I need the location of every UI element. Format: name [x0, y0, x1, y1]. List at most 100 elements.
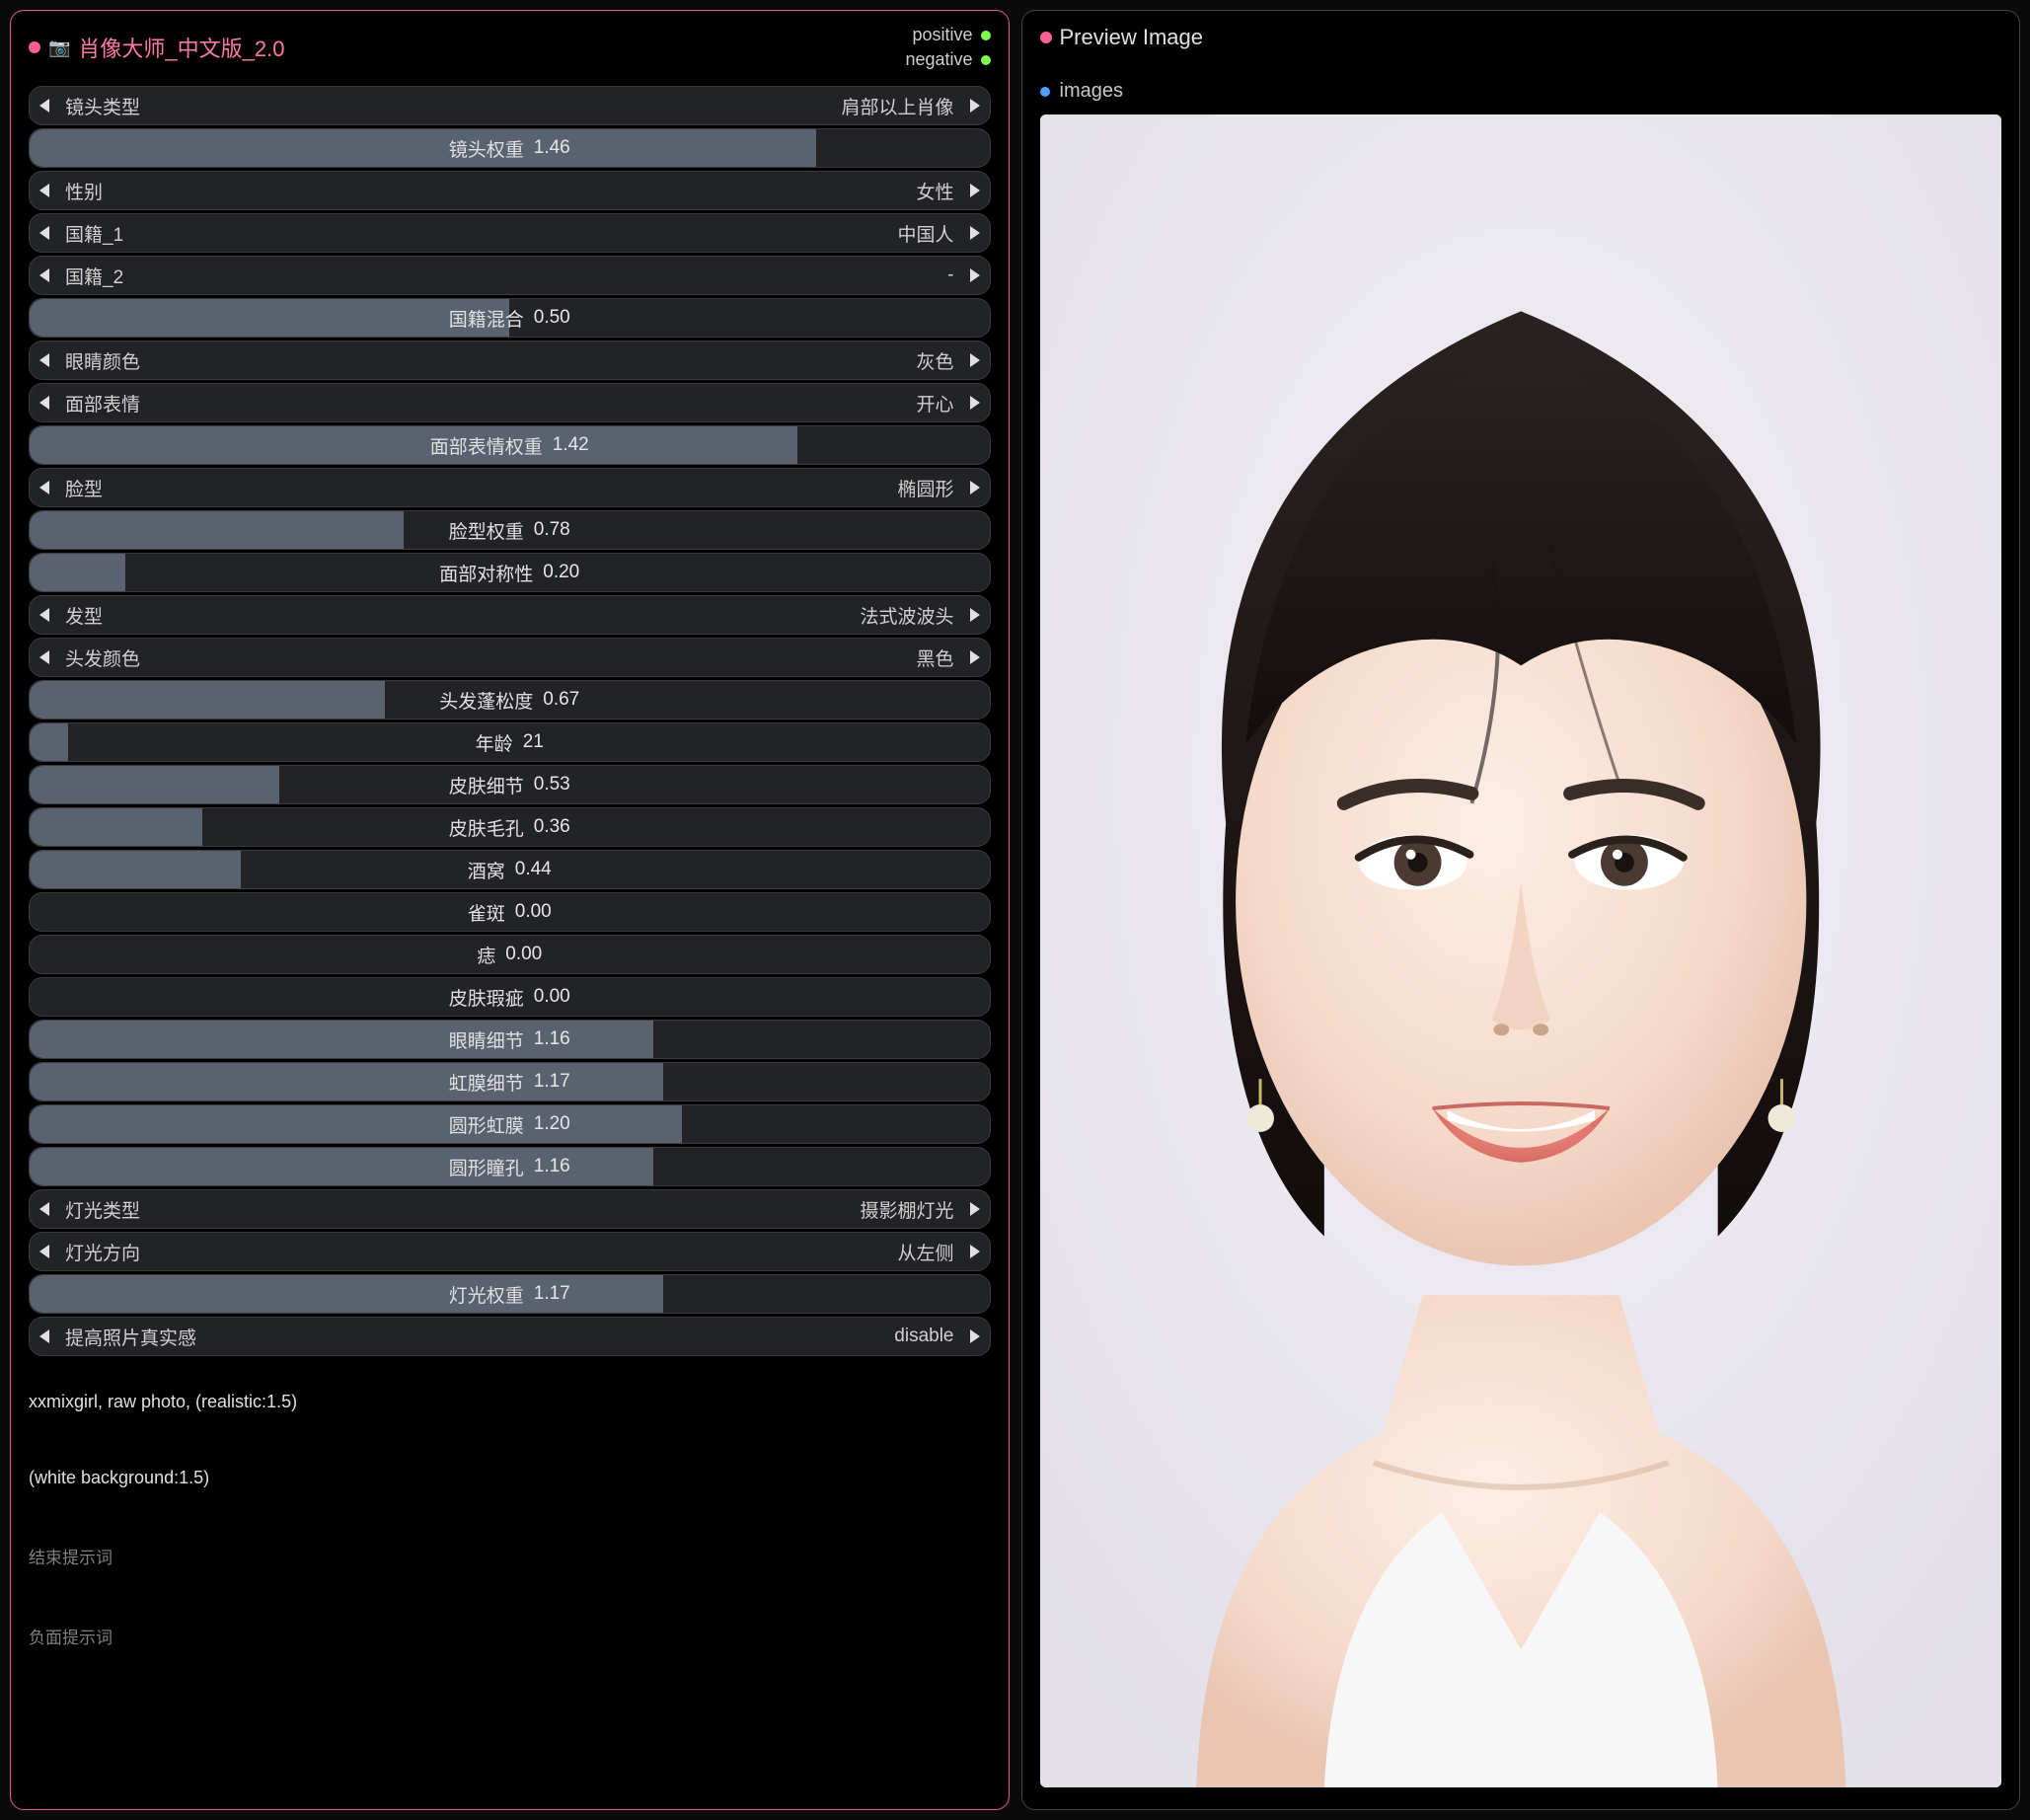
chevron-right-icon[interactable]	[970, 1329, 980, 1343]
combo-label: 性别	[65, 178, 103, 204]
combo-value: 法式波波头	[860, 602, 953, 629]
output-negative[interactable]: negative	[905, 49, 990, 70]
output-negative-label: negative	[905, 49, 972, 70]
hair-style-combo[interactable]: 发型 法式波波头	[29, 595, 991, 635]
nationality-1-combo[interactable]: 国籍_1 中国人	[29, 213, 991, 253]
face-shape-weight-slider[interactable]: 脸型权重0.78	[29, 510, 991, 550]
age-slider[interactable]: 年龄21	[29, 722, 991, 762]
hair-volume-slider[interactable]: 头发蓬松度0.67	[29, 680, 991, 720]
shot-type-combo[interactable]: 镜头类型 肩部以上肖像	[29, 86, 991, 125]
face-shape-combo[interactable]: 脸型 椭圆形	[29, 468, 991, 507]
chevron-right-icon[interactable]	[970, 184, 980, 197]
port-icon[interactable]	[981, 55, 991, 65]
slider-value: 0.50	[534, 307, 570, 329]
slider-value: 0.44	[515, 859, 552, 880]
combo-label: 国籍_2	[65, 263, 123, 289]
combo-label: 眼睛颜色	[65, 347, 140, 374]
light-weight-slider[interactable]: 灯光权重1.17	[29, 1274, 991, 1314]
chevron-left-icon[interactable]	[39, 184, 49, 197]
output-positive[interactable]: positive	[912, 25, 990, 45]
preview-image-display[interactable]	[1040, 114, 2002, 1787]
chevron-right-icon[interactable]	[970, 353, 980, 367]
round-iris-slider[interactable]: 圆形虹膜 1.20	[29, 1104, 991, 1144]
chevron-left-icon[interactable]	[39, 1202, 49, 1216]
combo-label: 灯光方向	[65, 1239, 140, 1265]
port-icon[interactable]	[981, 31, 991, 40]
chevron-left-icon[interactable]	[39, 226, 49, 240]
chevron-left-icon[interactable]	[39, 268, 49, 282]
chevron-right-icon[interactable]	[970, 1245, 980, 1258]
negative-prompt-textarea[interactable]: 负面提示词	[29, 1624, 991, 1648]
chevron-left-icon[interactable]	[39, 353, 49, 367]
dimples-slider[interactable]: 酒窝0.44	[29, 850, 991, 889]
chevron-left-icon[interactable]	[39, 396, 49, 410]
chevron-left-icon[interactable]	[39, 1245, 49, 1258]
eye-detail-slider[interactable]: 眼睛细节1.16	[29, 1020, 991, 1059]
chevron-right-icon[interactable]	[970, 226, 980, 240]
expression-combo[interactable]: 面部表情 开心	[29, 383, 991, 422]
chevron-left-icon[interactable]	[39, 481, 49, 494]
face-asymmetry-slider[interactable]: 面部对称性0.20	[29, 553, 991, 592]
slider-value: 1.16	[534, 1028, 570, 1050]
slider-label: 皮肤瑕疵	[449, 984, 524, 1011]
prompt-prefix-textarea[interactable]: xxmixgirl, raw photo, (realistic:1.5)	[29, 1392, 991, 1412]
expression-weight-slider[interactable]: 面部表情权重1.42	[29, 425, 991, 465]
realism-combo[interactable]: 提高照片真实感 disable	[29, 1317, 991, 1356]
iris-detail-slider[interactable]: 虹膜细节1.17	[29, 1062, 991, 1101]
port-icon[interactable]	[1040, 87, 1050, 97]
chevron-right-icon[interactable]	[970, 481, 980, 494]
light-type-combo[interactable]: 灯光类型 摄影棚灯光	[29, 1189, 991, 1229]
skin-pores-slider[interactable]: 皮肤毛孔0.36	[29, 807, 991, 847]
chevron-right-icon[interactable]	[970, 396, 980, 410]
input-images[interactable]: images	[1040, 80, 2002, 103]
slider-label: 圆形瞳孔	[449, 1154, 524, 1180]
end-prefix-textarea[interactable]: 结束提示词	[29, 1544, 991, 1568]
gender-combo[interactable]: 性别 女性	[29, 171, 991, 210]
chevron-left-icon[interactable]	[39, 99, 49, 113]
combo-value: -	[947, 265, 953, 286]
combo-label: 发型	[65, 602, 103, 629]
eye-color-combo[interactable]: 眼睛颜色 灰色	[29, 341, 991, 380]
chevron-right-icon[interactable]	[970, 650, 980, 664]
portrait-master-node[interactable]: 📷 肖像大师_中文版_2.0 positive negative 镜头类型 肩部…	[10, 10, 1010, 1810]
slider-label: 雀斑	[468, 899, 505, 926]
prompt-suffix-textarea[interactable]: (white background:1.5)	[29, 1468, 991, 1488]
round-pupil-slider[interactable]: 圆形瞳孔1.16	[29, 1147, 991, 1186]
slider-label: 痣	[477, 942, 495, 968]
chevron-right-icon[interactable]	[970, 608, 980, 622]
combo-label: 国籍_1	[65, 220, 123, 247]
slider-label: 头发蓬松度	[439, 687, 533, 714]
combo-label: 提高照片真实感	[65, 1324, 196, 1350]
slider-label: 灯光权重	[449, 1281, 524, 1308]
preview-image-node[interactable]: Preview Image images	[1021, 10, 2021, 1810]
nationality-mix-slider[interactable]: 国籍混合 0.50	[29, 298, 991, 338]
slider-label: 圆形虹膜	[449, 1111, 524, 1138]
slider-value: 1.42	[553, 434, 589, 456]
combo-label: 面部表情	[65, 390, 140, 417]
nationality-2-combo[interactable]: 国籍_2 -	[29, 256, 991, 295]
node-header[interactable]: 📷 肖像大师_中文版_2.0 positive negative	[29, 25, 991, 70]
node-header[interactable]: Preview Image	[1040, 25, 2002, 50]
node-dot-icon	[1040, 32, 1052, 43]
combo-value: 椭圆形	[897, 475, 953, 501]
moles-slider[interactable]: 痣0.00	[29, 935, 991, 974]
chevron-left-icon[interactable]	[39, 1329, 49, 1343]
slider-value: 21	[523, 731, 544, 753]
skin-detail-slider[interactable]: 皮肤细节0.53	[29, 765, 991, 804]
skin-imperfections-slider[interactable]: 皮肤瑕疵0.00	[29, 977, 991, 1017]
light-direction-combo[interactable]: 灯光方向 从左侧	[29, 1232, 991, 1271]
shot-weight-slider[interactable]: 镜头权重1.46	[29, 128, 991, 168]
freckles-slider[interactable]: 雀斑0.00	[29, 892, 991, 932]
chevron-left-icon[interactable]	[39, 650, 49, 664]
combo-value: 黑色	[916, 645, 953, 671]
chevron-left-icon[interactable]	[39, 608, 49, 622]
chevron-right-icon[interactable]	[970, 268, 980, 282]
combo-label: 头发颜色	[65, 645, 140, 671]
slider-label: 国籍混合	[449, 305, 524, 332]
hair-color-combo[interactable]: 头发颜色 黑色	[29, 638, 991, 677]
slider-value: 1.20	[534, 1113, 570, 1135]
chevron-right-icon[interactable]	[970, 1202, 980, 1216]
chevron-right-icon[interactable]	[970, 99, 980, 113]
slider-label: 镜头权重	[449, 135, 524, 162]
combo-value: 中国人	[897, 220, 953, 247]
